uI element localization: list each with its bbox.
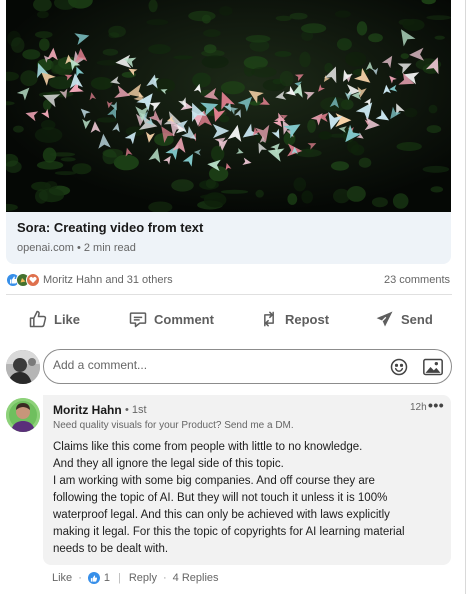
comment-body: Claims like this come from people with l…: [53, 439, 445, 558]
separator: ·: [162, 572, 167, 584]
comment-line: And they all ignore the legal side of th…: [53, 458, 284, 470]
comment-icon: [129, 312, 147, 328]
comment-like-count[interactable]: 1: [104, 572, 110, 584]
image-icon[interactable]: [423, 358, 443, 376]
more-icon[interactable]: •••: [428, 397, 444, 413]
article-image: [6, 0, 451, 212]
comment-line: waterproof legal. And this can only be a…: [53, 509, 390, 521]
post-card: Sora: Creating video from text openai.co…: [0, 0, 474, 594]
emoji-icon[interactable]: [389, 357, 409, 377]
repost-icon: [264, 311, 274, 327]
send-button[interactable]: Send: [375, 303, 433, 335]
comment-bubble: Moritz Hahn • 1st Need quality visuals f…: [43, 395, 451, 565]
comment-count[interactable]: 23 comments: [384, 274, 450, 286]
comment-label: Comment: [154, 311, 214, 327]
comment-input[interactable]: [53, 358, 373, 372]
article-source: openai.com: [17, 242, 74, 254]
reply-button[interactable]: Reply: [129, 572, 157, 584]
divider: [6, 294, 452, 295]
comment-composer: [43, 349, 452, 384]
comment-author[interactable]: Moritz Hahn: [53, 403, 122, 417]
commenter-avatar[interactable]: [6, 398, 40, 432]
send-icon: [376, 311, 393, 327]
like-label: Like: [54, 311, 81, 327]
comment-button[interactable]: Comment: [128, 303, 214, 335]
comment-line: needs to be dealt with.: [53, 543, 169, 555]
repost-button[interactable]: Repost: [259, 303, 329, 335]
comment-time: 12h: [410, 402, 427, 413]
comment-line: making it legal. For this the topic of c…: [53, 526, 405, 538]
article-meta: openai.com • 2 min read: [17, 242, 136, 254]
my-avatar[interactable]: [6, 350, 40, 384]
like-button[interactable]: Like: [28, 303, 80, 335]
meta-separator: •: [76, 242, 84, 254]
comment-author-headline: Need quality visuals for your Product? S…: [53, 420, 294, 431]
article-title[interactable]: Sora: Creating video from text: [17, 220, 203, 235]
separator: |: [117, 572, 121, 584]
article-read-time: 2 min read: [83, 242, 136, 254]
separator: ·: [78, 572, 82, 584]
like-icon: [29, 310, 47, 328]
article-preview[interactable]: Sora: Creating video from text openai.co…: [6, 0, 451, 264]
comment-line: Claims like this come from people with l…: [53, 441, 363, 453]
send-label: Send: [401, 311, 433, 327]
like-count-icon: [87, 572, 100, 584]
action-bar: Like Comment Repost Send: [6, 303, 452, 335]
comment-line: following the topic of AI. But they will…: [53, 492, 388, 504]
replies-link[interactable]: 4 Replies: [173, 572, 219, 584]
comment-line: I am working with some big companies. An…: [53, 475, 375, 487]
scrollbar-edge: [465, 0, 466, 594]
social-counts: Moritz Hahn and 31 others 23 comments: [6, 272, 452, 290]
reactors-text[interactable]: Moritz Hahn and 31 others: [43, 274, 173, 286]
connection-degree-value: 1st: [131, 404, 147, 416]
comment-actions: Like · 1 | Reply · 4 Replies: [52, 570, 219, 586]
love-reaction-icon: [26, 273, 40, 287]
repost-label: Repost: [285, 311, 330, 327]
comment-like-button[interactable]: Like: [52, 572, 72, 584]
reaction-icons[interactable]: [6, 273, 42, 288]
connection-degree: • 1st: [125, 404, 147, 416]
